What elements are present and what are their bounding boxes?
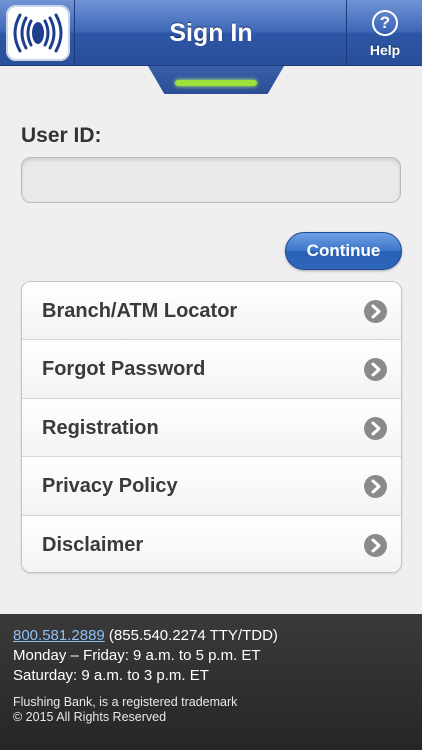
chevron-right-icon xyxy=(364,300,387,323)
menu-item-registration[interactable]: Registration xyxy=(22,398,401,458)
hours-saturday: Saturday: 9 a.m. to 3 p.m. ET xyxy=(13,667,209,684)
footer: 800.581.2889 (855.540.2274 TTY/TDD) Mond… xyxy=(0,614,422,750)
help-icon: ? xyxy=(372,10,398,36)
help-button[interactable]: ? Help xyxy=(346,0,422,66)
userid-label: User ID: xyxy=(21,124,102,147)
chevron-right-icon xyxy=(364,475,387,499)
page-title: Sign In xyxy=(169,19,253,47)
phone-link[interactable]: 800.581.2889 xyxy=(13,627,105,644)
userid-input[interactable] xyxy=(21,157,401,203)
menu-item-forgot-password[interactable]: Forgot Password xyxy=(22,340,401,399)
bank-logo-icon xyxy=(6,5,70,61)
help-label: Help xyxy=(369,42,401,58)
menu-item-privacy-policy[interactable]: Privacy Policy xyxy=(22,457,401,516)
trademark-text: Flushing Bank, is a registered trademark xyxy=(13,695,238,709)
progress-indicator xyxy=(175,80,257,86)
logo-button[interactable] xyxy=(0,0,75,66)
menu-item-label: Registration xyxy=(42,416,159,439)
menu-item-branch-atm-locator[interactable]: Branch/ATM Locator xyxy=(22,282,401,341)
chevron-right-icon xyxy=(364,358,387,382)
copyright-text: © 2015 All Rights Reserved xyxy=(13,710,167,724)
menu-item-disclaimer[interactable]: Disclaimer xyxy=(22,515,401,572)
menu-item-label: Branch/ATM Locator xyxy=(42,300,238,322)
menu-list: Branch/ATM Locator Forgot Password Regis… xyxy=(21,281,402,573)
chevron-right-icon xyxy=(364,416,387,440)
continue-button[interactable]: Continue xyxy=(285,232,402,270)
menu-item-label: Forgot Password xyxy=(42,358,206,381)
contact-line: 800.581.2889 (855.540.2274 TTY/TDD) xyxy=(13,626,409,646)
header-bar: Sign In ? Help xyxy=(0,0,422,66)
chevron-right-icon xyxy=(364,533,387,557)
menu-item-label: Disclaimer xyxy=(42,533,144,556)
tty-number: (855.540.2274 TTY/TDD) xyxy=(104,627,278,644)
hours-weekday: Monday – Friday: 9 a.m. to 5 p.m. ET xyxy=(13,647,261,664)
menu-item-label: Privacy Policy xyxy=(42,475,178,498)
